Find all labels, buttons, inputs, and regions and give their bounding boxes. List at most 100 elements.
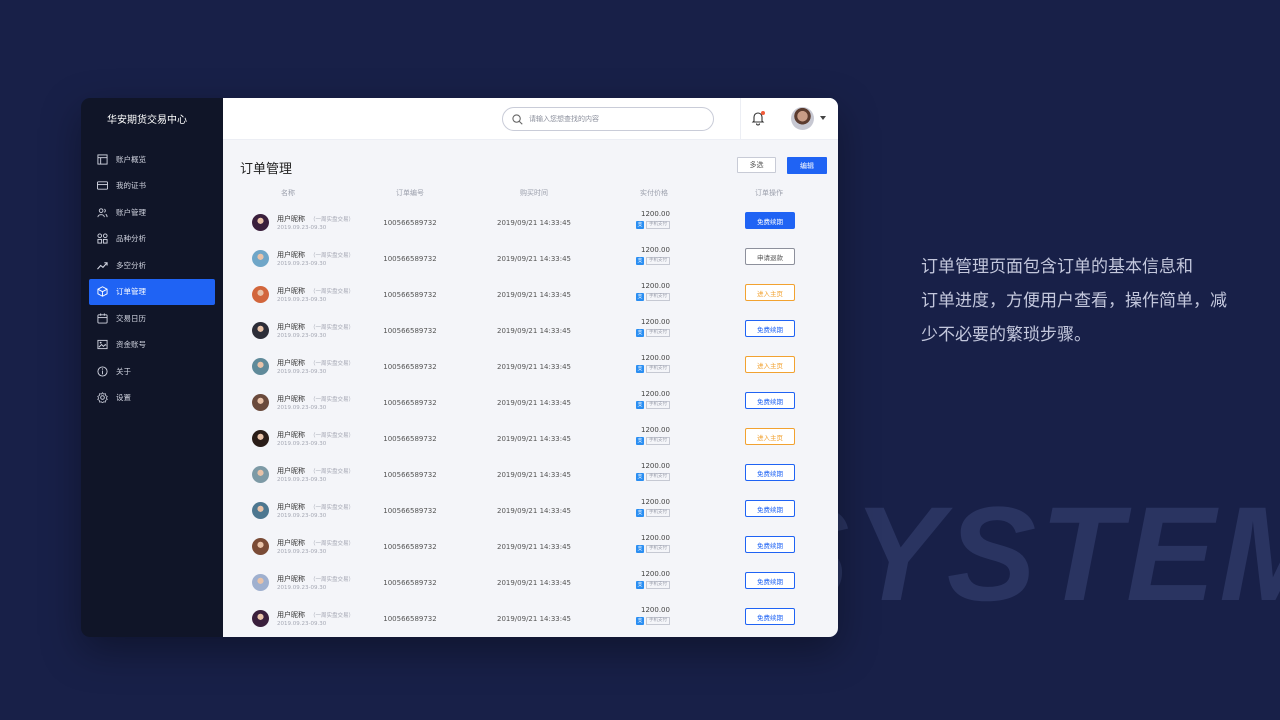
- payment-method-tag: 手机支付: [646, 329, 670, 337]
- alipay-icon: 支: [636, 509, 644, 517]
- avatar: [252, 250, 269, 267]
- trade-type-tag: （一周实盘交易）: [310, 541, 355, 547]
- sidebar-item-account-management[interactable]: 账户管理: [81, 199, 223, 226]
- payment-method-tag: 手机支付: [646, 221, 670, 229]
- table-row: 用户昵称 （一周实盘交易） 2019.09.23-09.30 100566589…: [223, 317, 838, 353]
- chevron-down-icon[interactable]: [820, 116, 826, 120]
- alipay-icon: 支: [636, 257, 644, 265]
- trade-type-tag: （一周实盘交易）: [310, 253, 355, 259]
- sidebar-item-variety-analysis[interactable]: 品种分析: [81, 226, 223, 253]
- date-range: 2019.09.23-09.30: [277, 369, 327, 375]
- grid-icon: [97, 233, 108, 244]
- image-icon: [97, 340, 108, 350]
- alipay-icon: 支: [636, 617, 644, 625]
- description-text: 订单管理页面包含订单的基本信息和 订单进度，方便用户查看，操作简单，减 少不必要…: [921, 250, 1227, 352]
- user-nickname: 用户昵称: [277, 467, 305, 475]
- trade-type-tag: （一周实盘交易）: [310, 217, 355, 223]
- alipay-icon: 支: [636, 365, 644, 373]
- purchase-time: 2019/09/21 14:33:45: [496, 579, 572, 587]
- order-action-button[interactable]: 进入主页: [745, 428, 795, 445]
- sidebar-item-about[interactable]: 关于: [81, 358, 223, 385]
- avatar: [252, 214, 269, 231]
- user-avatar[interactable]: [791, 107, 814, 130]
- date-range: 2019.09.23-09.30: [277, 621, 327, 627]
- edit-button[interactable]: 编辑: [787, 157, 827, 174]
- calendar-icon: [97, 313, 108, 324]
- page-title: 订单管理: [240, 162, 293, 177]
- price: 1200.00: [641, 282, 670, 290]
- sidebar-item-label: 品种分析: [116, 234, 146, 244]
- background-watermark-text: SYSTEM: [760, 480, 1280, 629]
- order-action-button[interactable]: 免费续期: [745, 392, 795, 409]
- sidebar-menu: 账户概览 我的证书 账户管理 品种分析 多空分析 订单管理 交易日历 资金账号 …: [81, 146, 223, 411]
- order-id: 100566589732: [383, 579, 437, 587]
- price: 1200.00: [641, 534, 670, 542]
- order-action-button[interactable]: 申请退款: [745, 248, 795, 265]
- purchase-time: 2019/09/21 14:33:45: [496, 615, 572, 623]
- date-range: 2019.09.23-09.30: [277, 225, 327, 231]
- purchase-time: 2019/09/21 14:33:45: [496, 327, 572, 335]
- sidebar: 华安期货交易中心 账户概览 我的证书 账户管理 品种分析 多空分析 订单管理 交…: [81, 98, 223, 637]
- sidebar-item-order-management[interactable]: 订单管理: [89, 278, 215, 305]
- order-id: 100566589732: [383, 363, 437, 371]
- table-row: 用户昵称 （一周实盘交易） 2019.09.23-09.30 100566589…: [223, 281, 838, 317]
- gear-icon: [97, 392, 108, 404]
- payment-method-tag: 手机支付: [646, 401, 670, 409]
- avatar: [252, 358, 269, 375]
- price: 1200.00: [641, 354, 670, 362]
- user-nickname: 用户昵称: [277, 251, 305, 259]
- order-action-button[interactable]: 免费续期: [745, 572, 795, 589]
- column-header-price: 实付价格: [640, 189, 668, 197]
- search-box[interactable]: [502, 107, 714, 131]
- order-action-button[interactable]: 免费续期: [745, 212, 795, 229]
- alipay-icon: 支: [636, 581, 644, 589]
- order-action-button[interactable]: 免费续期: [745, 500, 795, 517]
- date-range: 2019.09.23-09.30: [277, 297, 327, 303]
- order-id: 100566589732: [383, 291, 437, 299]
- sidebar-item-label: 交易日历: [116, 313, 146, 323]
- date-range: 2019.09.23-09.30: [277, 585, 327, 591]
- order-id: 100566589732: [383, 399, 437, 407]
- order-action-button[interactable]: 免费续期: [745, 608, 795, 625]
- order-id: 100566589732: [383, 219, 437, 227]
- sidebar-item-trading-calendar[interactable]: 交易日历: [81, 305, 223, 332]
- multi-select-button[interactable]: 多选: [737, 157, 776, 173]
- purchase-time: 2019/09/21 14:33:45: [496, 507, 572, 515]
- table-row: 用户昵称 （一周实盘交易） 2019.09.23-09.30 100566589…: [223, 605, 838, 637]
- trade-type-tag: （一周实盘交易）: [310, 577, 355, 583]
- order-action-button[interactable]: 免费续期: [745, 320, 795, 337]
- purchase-time: 2019/09/21 14:33:45: [496, 219, 572, 227]
- sidebar-item-label: 我的证书: [116, 181, 146, 191]
- table-row: 用户昵称 （一周实盘交易） 2019.09.23-09.30 100566589…: [223, 461, 838, 497]
- sidebar-item-certificates[interactable]: 我的证书: [81, 173, 223, 200]
- trade-type-tag: （一周实盘交易）: [310, 505, 355, 511]
- order-action-button[interactable]: 免费续期: [745, 536, 795, 553]
- payment-method-tag: 手机支付: [646, 257, 670, 265]
- sidebar-item-long-short-analysis[interactable]: 多空分析: [81, 252, 223, 279]
- table-row: 用户昵称 （一周实盘交易） 2019.09.23-09.30 100566589…: [223, 497, 838, 533]
- trade-type-tag: （一周实盘交易）: [310, 613, 355, 619]
- purchase-time: 2019/09/21 14:33:45: [496, 399, 572, 407]
- column-header-purchase-time: 购买时间: [520, 189, 548, 197]
- order-action-button[interactable]: 进入主页: [745, 356, 795, 373]
- search-input[interactable]: [529, 115, 699, 123]
- main-content: 订单管理 多选 编辑 名称 订单编号 购买时间 实付价格 订单操作 用户昵称 （…: [223, 98, 838, 637]
- description-line: 订单管理页面包含订单的基本信息和: [921, 257, 1193, 277]
- order-action-button[interactable]: 免费续期: [745, 464, 795, 481]
- sidebar-item-fund-account[interactable]: 资金账号: [81, 332, 223, 359]
- date-range: 2019.09.23-09.30: [277, 405, 327, 411]
- trend-icon: [97, 261, 108, 270]
- order-id: 100566589732: [383, 615, 437, 623]
- user-nickname: 用户昵称: [277, 539, 305, 547]
- order-action-button[interactable]: 进入主页: [745, 284, 795, 301]
- date-range: 2019.09.23-09.30: [277, 549, 327, 555]
- column-header-order-id: 订单编号: [396, 189, 424, 197]
- topbar-divider: [740, 98, 741, 140]
- sidebar-item-settings[interactable]: 设置: [81, 385, 223, 412]
- sidebar-item-label: 订单管理: [116, 287, 146, 297]
- user-nickname: 用户昵称: [277, 575, 305, 583]
- sidebar-item-account-overview[interactable]: 账户概览: [81, 146, 223, 173]
- trade-type-tag: （一周实盘交易）: [310, 361, 355, 367]
- alipay-icon: 支: [636, 329, 644, 337]
- payment-method-tag: 手机支付: [646, 473, 670, 481]
